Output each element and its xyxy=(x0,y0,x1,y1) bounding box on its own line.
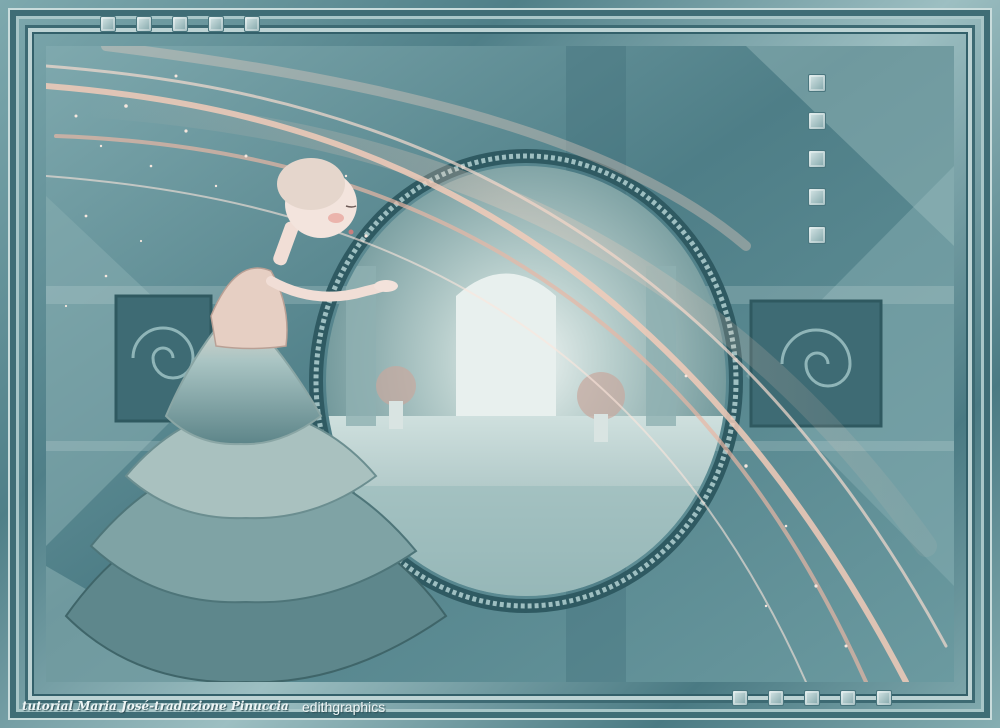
square-ornament xyxy=(136,16,152,32)
square-ornament xyxy=(808,150,826,168)
square-ornament xyxy=(808,188,826,206)
square-ornament xyxy=(244,16,260,32)
square-ornament xyxy=(768,690,784,706)
square-ornament xyxy=(808,74,826,92)
top-square-ornaments xyxy=(100,16,260,32)
square-ornament xyxy=(808,112,826,130)
right-square-ornaments xyxy=(808,74,826,244)
tutorial-credit: tutorial Maria José-traduzione Pinuccia xyxy=(22,699,289,713)
artwork-canvas: tutorial Maria José-traduzione Pinuccia … xyxy=(0,0,1000,728)
artist-credit: edithgraphics xyxy=(302,699,386,715)
bottom-square-ornaments xyxy=(732,690,892,706)
square-ornament xyxy=(208,16,224,32)
square-ornament xyxy=(804,690,820,706)
square-ornament xyxy=(840,690,856,706)
square-ornament xyxy=(172,16,188,32)
square-ornament xyxy=(876,690,892,706)
square-ornament xyxy=(100,16,116,32)
square-ornament xyxy=(808,226,826,244)
square-ornament xyxy=(732,690,748,706)
